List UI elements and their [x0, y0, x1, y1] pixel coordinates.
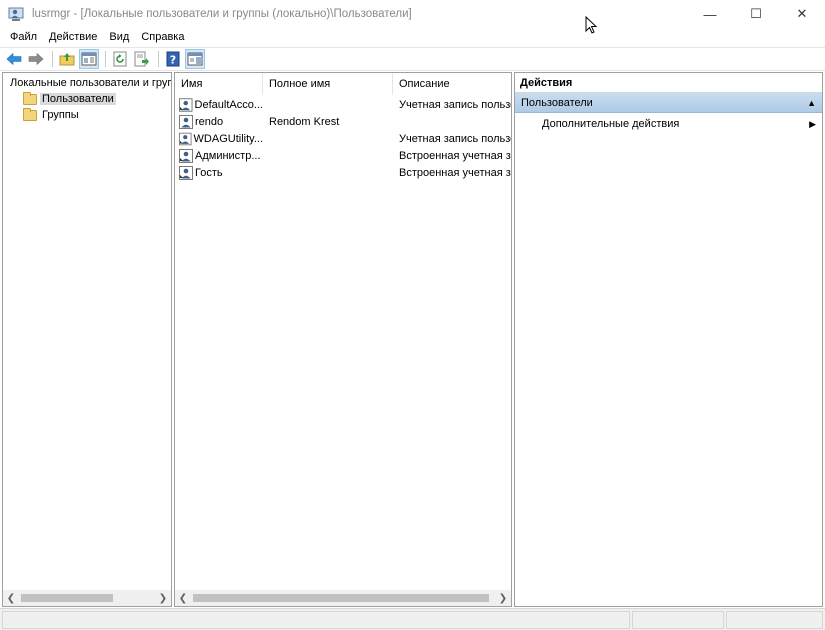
- title-bar: lusrmgr - [Локальные пользователи и груп…: [0, 0, 825, 28]
- show-hide-action-pane-icon: [187, 52, 203, 66]
- maximize-icon: ☐: [750, 6, 762, 21]
- tree-item-groups-label: Группы: [42, 109, 79, 121]
- folder-icon: [23, 107, 37, 121]
- user-list: DefaultAcco... Учетная запись пользо ren…: [175, 96, 511, 181]
- menu-view[interactable]: Вид: [103, 31, 135, 43]
- user-description: Встроенная учетная зап: [399, 149, 511, 162]
- submenu-arrow-icon: ▶: [809, 119, 816, 129]
- scroll-left-icon[interactable]: ❮: [175, 590, 191, 606]
- user-icon: [179, 148, 193, 163]
- actions-pane: Действия Пользователи ▲ Дополнительные д…: [514, 72, 823, 607]
- column-header-full-name[interactable]: Полное имя: [263, 73, 393, 95]
- list-item[interactable]: WDAGUtility... Учетная запись пользо: [175, 130, 511, 147]
- scroll-left-icon[interactable]: ❮: [3, 590, 19, 606]
- refresh-button[interactable]: [110, 49, 130, 69]
- menu-action[interactable]: Действие: [43, 31, 103, 43]
- status-segment-main: [2, 611, 630, 629]
- help-icon: ?: [166, 51, 180, 67]
- export-list-button[interactable]: [132, 49, 152, 69]
- list-item[interactable]: rendo Rendom Krest: [175, 113, 511, 130]
- actions-section-users[interactable]: Пользователи ▲: [515, 93, 822, 113]
- console-tree: Локальные пользователи и группы (локальн…: [3, 75, 171, 123]
- tree-pane: Локальные пользователи и группы (локальн…: [2, 72, 172, 607]
- list-horizontal-scrollbar[interactable]: ❮ ❯: [175, 590, 511, 606]
- action-more-actions-label: Дополнительные действия: [542, 118, 680, 130]
- tree-horizontal-scrollbar[interactable]: ❮ ❯: [3, 590, 171, 606]
- user-name: Гость: [195, 166, 223, 179]
- forward-icon: [28, 52, 44, 66]
- back-icon: [6, 52, 22, 66]
- user-icon: [179, 97, 193, 112]
- user-name: WDAGUtility...: [193, 132, 263, 145]
- user-description: Встроенная учетная зап: [399, 166, 511, 179]
- actions-section-label: Пользователи: [521, 97, 593, 109]
- close-icon: ✕: [796, 6, 808, 21]
- menu-help[interactable]: Справка: [135, 31, 190, 43]
- close-button[interactable]: ✕: [779, 0, 825, 28]
- scroll-thumb[interactable]: [193, 594, 489, 602]
- list-pane: Имя Полное имя Описание DefaultAcco... У…: [174, 72, 512, 607]
- scroll-track[interactable]: [19, 590, 155, 606]
- toolbar-separator: [52, 51, 53, 67]
- minimize-icon: —: [703, 6, 717, 22]
- scroll-track[interactable]: [191, 590, 495, 606]
- show-hide-tree-icon: [81, 52, 97, 66]
- toolbar-separator: [105, 51, 106, 67]
- user-icon: [179, 132, 192, 145]
- user-name: rendo: [195, 115, 224, 128]
- svg-text:?: ?: [170, 54, 176, 67]
- tree-item-groups[interactable]: Группы: [3, 107, 171, 123]
- status-bar: [0, 608, 825, 630]
- list-header: Имя Полное имя Описание: [175, 73, 511, 95]
- window-title: lusrmgr - [Локальные пользователи и груп…: [32, 7, 412, 20]
- tree-root-label: Локальные пользователи и группы (локальн…: [10, 77, 171, 89]
- actions-title: Действия: [515, 73, 822, 93]
- up-folder-icon: [59, 53, 75, 66]
- refresh-icon: [113, 51, 127, 67]
- list-item[interactable]: DefaultAcco... Учетная запись пользо: [175, 96, 511, 113]
- scroll-right-icon[interactable]: ❯: [155, 590, 171, 606]
- forward-button[interactable]: [26, 49, 46, 69]
- user-name: DefaultAcco...: [194, 98, 263, 111]
- menu-bar: Файл Действие Вид Справка: [0, 28, 825, 46]
- collapse-up-icon[interactable]: ▲: [807, 93, 816, 113]
- users-console-icon: [8, 6, 24, 22]
- export-list-icon: [134, 51, 149, 67]
- action-more-actions[interactable]: Дополнительные действия ▶: [515, 113, 822, 135]
- user-name: Администр...: [195, 149, 261, 162]
- scroll-right-icon[interactable]: ❯: [495, 590, 511, 606]
- toolbar-separator: [158, 51, 159, 67]
- up-folder-button[interactable]: [57, 49, 77, 69]
- user-icon: [179, 114, 193, 129]
- folder-icon: [23, 91, 37, 105]
- help-button[interactable]: ?: [163, 49, 183, 69]
- status-segment-tertiary: [726, 611, 823, 629]
- user-icon: [179, 165, 193, 180]
- user-full-name: Rendom Krest: [269, 115, 340, 128]
- list-item[interactable]: Администр... Встроенная учетная зап: [175, 147, 511, 164]
- maximize-button[interactable]: ☐: [733, 0, 779, 28]
- toolbar: ?: [0, 47, 825, 71]
- status-segment-secondary: [632, 611, 724, 629]
- user-description: Учетная запись пользо: [399, 98, 511, 111]
- minimize-button[interactable]: —: [687, 0, 733, 28]
- tree-item-users[interactable]: Пользователи: [3, 91, 171, 107]
- show-hide-tree-button[interactable]: [79, 49, 99, 69]
- menu-file[interactable]: Файл: [4, 31, 43, 43]
- show-hide-action-pane-button[interactable]: [185, 49, 205, 69]
- scroll-thumb[interactable]: [21, 594, 113, 602]
- tree-item-users-label: Пользователи: [40, 93, 116, 105]
- list-item[interactable]: Гость Встроенная учетная зап: [175, 164, 511, 181]
- tree-root[interactable]: Локальные пользователи и группы (локальн…: [3, 75, 171, 91]
- user-description: Учетная запись пользо: [399, 132, 511, 145]
- back-button[interactable]: [4, 49, 24, 69]
- column-header-description[interactable]: Описание: [393, 73, 511, 95]
- column-header-name[interactable]: Имя: [175, 73, 263, 95]
